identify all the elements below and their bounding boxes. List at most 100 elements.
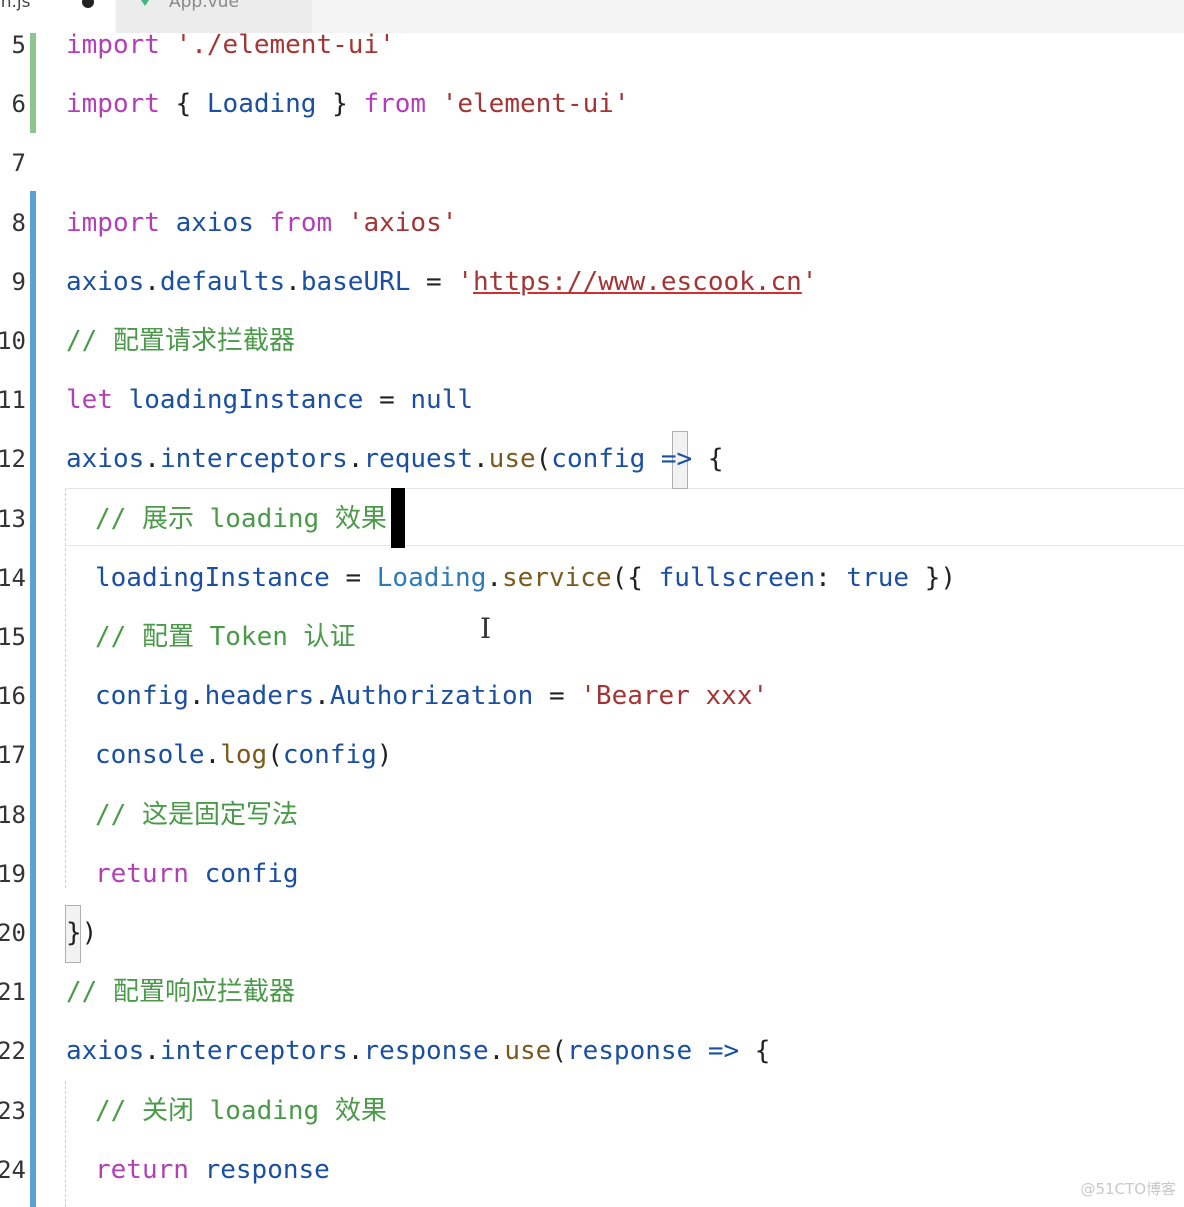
code-token: defaults (159, 266, 286, 297)
code-line[interactable]: 24 return response (0, 1145, 1184, 1195)
code-text: loadingInstance = Loading.service({ full… (95, 553, 956, 603)
code-token: axios (175, 207, 254, 238)
code-token: 'Bearer xxx' (580, 681, 769, 712)
code-line[interactable]: 6 import { Loading } from 'element-ui' (0, 79, 1184, 129)
code-text: console.log(config) (95, 730, 392, 780)
code-token: from (269, 207, 333, 238)
code-token: . (473, 444, 489, 475)
code-token: . (188, 681, 205, 712)
tab-label: App.vue (169, 0, 239, 12)
line-number: 21 (0, 978, 26, 1007)
code-token: axios (66, 266, 145, 297)
code-token: './element-ui' (175, 30, 395, 60)
line-number: 9 (11, 267, 26, 296)
code-line[interactable]: 16 config.headers.Authorization = 'Bearer… (0, 671, 1184, 721)
code-token: Authorization (329, 681, 534, 712)
code-line[interactable]: 5 import './element-ui' (0, 20, 1184, 70)
code-token: ' (457, 266, 474, 297)
tab-label: in.js (0, 0, 31, 12)
code-text: axios.interceptors.response.use(response… (66, 1026, 770, 1076)
code-token: . (486, 562, 503, 593)
code-text: // 关闭 loading 效果 (95, 1086, 387, 1136)
code-text: // 配置请求拦截器 (66, 316, 295, 366)
mouse-ibeam-icon: I (480, 612, 492, 645)
code-token: response (566, 1036, 693, 1067)
code-line[interactable]: 9 axios.defaults.baseURL = 'https://www.e… (0, 257, 1184, 307)
line-number: 16 (0, 682, 26, 711)
line-number: 5 (11, 31, 26, 59)
watermark: @51CTO博客 (1080, 1180, 1176, 1198)
code-token: import (66, 89, 160, 120)
code-token: : (815, 562, 847, 593)
code-token: axios (66, 444, 145, 475)
code-editor[interactable]: 5 import './element-ui' 6 import { Loading … (0, 30, 1184, 1207)
code-token: = (329, 562, 377, 593)
code-token: . (488, 1036, 505, 1067)
code-line[interactable]: 23 // 关闭 loading 效果 (0, 1086, 1184, 1136)
code-line[interactable]: 13 // 展示 loading 效果 (0, 494, 1184, 544)
code-token: log (220, 740, 268, 771)
code-token: console (95, 740, 205, 771)
unsaved-dot-icon[interactable] (82, 0, 94, 8)
code-line[interactable]: 11 let loadingInstance = null (0, 375, 1184, 425)
line-number: 7 (11, 149, 26, 178)
line-number: 20 (0, 919, 26, 947)
code-token: { (739, 1036, 771, 1067)
code-token: } (316, 89, 364, 120)
code-token: loadingInstance (95, 562, 330, 593)
code-token: return (95, 1154, 189, 1185)
line-number: 11 (0, 386, 26, 415)
code-token: ( (551, 1036, 567, 1067)
code-token: interceptors (159, 444, 348, 475)
line-number: 23 (0, 1096, 26, 1125)
code-line[interactable]: 15 // 配置 Token 认证 (0, 612, 1184, 662)
code-text: import './element-ui' (66, 20, 395, 70)
code-token: . (204, 740, 221, 771)
code-line[interactable]: 10 // 配置请求拦截器 (0, 316, 1184, 366)
text-cursor (391, 488, 405, 548)
code-token: config (551, 444, 646, 475)
line-number: 19 (0, 859, 26, 888)
code-line[interactable]: 17 console.log(config) (0, 730, 1184, 780)
code-token: . (347, 444, 364, 475)
code-line[interactable]: 12 axios.interceptors.request.use(config … (0, 434, 1184, 484)
line-number: 24 (0, 1155, 26, 1184)
code-line[interactable]: 20}) (0, 908, 1184, 958)
code-text: // 这是固定写法 (95, 790, 298, 840)
code-token: { (159, 89, 207, 120)
code-line[interactable]: 18 // 这是固定写法 (0, 790, 1184, 840)
code-token: response (363, 1036, 489, 1067)
code-token: // 展示 loading 效果 (95, 503, 387, 534)
code-line[interactable]: 21 // 配置响应拦截器 (0, 967, 1184, 1017)
code-line[interactable]: 19 return config (0, 849, 1184, 899)
code-token: ( (535, 444, 552, 475)
code-token: 'axios' (347, 207, 458, 238)
code-line[interactable]: 8 import axios from 'axios' (0, 198, 1184, 248)
code-text: import axios from 'axios' (66, 198, 457, 248)
code-token: . (144, 266, 160, 297)
code-token: use (504, 1036, 552, 1067)
line-number: 10 (0, 327, 26, 355)
line-number: 8 (11, 208, 26, 237)
code-text: // 配置 Token 认证 (95, 612, 356, 662)
code-line[interactable]: 7 (0, 138, 1184, 188)
code-token: request (363, 444, 474, 475)
code-token: 'element-ui' (441, 89, 630, 120)
code-token: => (707, 1036, 740, 1067)
code-token: interceptors (159, 1036, 348, 1067)
code-line[interactable]: 14 loadingInstance = Loading.service({ fu… (0, 553, 1184, 603)
code-line[interactable]: 22 axios.interceptors.response.use(respon… (0, 1026, 1184, 1076)
code-token: import (66, 207, 160, 238)
line-number: 17 (0, 741, 26, 770)
code-token: // 配置响应拦截器 (66, 977, 295, 1008)
code-token: ({ (611, 562, 659, 593)
code-token: baseURL (300, 266, 411, 297)
code-token: https://www.escook.cn (473, 266, 802, 297)
code-token: ( (267, 740, 283, 771)
